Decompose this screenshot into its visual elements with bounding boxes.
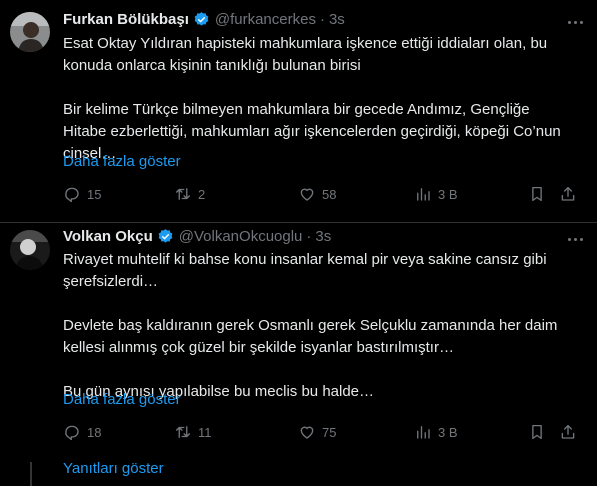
separator-dot: · [306, 228, 312, 245]
views-button[interactable]: 3 B [414, 423, 458, 441]
retweet-button[interactable]: 11 [174, 423, 212, 441]
views-count: 3 B [438, 424, 458, 440]
views-icon [417, 426, 430, 439]
verified-badge-icon [158, 229, 173, 243]
like-button[interactable]: 58 [298, 185, 336, 203]
tweet-paragraph: Rivayet muhtelif ki bahse konu insanlar … [63, 251, 547, 290]
more-icon[interactable] [565, 14, 585, 30]
tweet-text: Rivayet muhtelif ki bahse konu insanlar … [63, 249, 573, 403]
author-name[interactable]: Furkan Bölükbaşı [63, 11, 189, 28]
reply-icon [65, 425, 79, 441]
like-count: 75 [322, 424, 337, 440]
share-button[interactable] [559, 423, 577, 441]
bookmark-icon [532, 186, 542, 202]
more-icon[interactable] [565, 231, 585, 247]
show-replies-link[interactable]: Yanıtları göster [63, 460, 164, 477]
avatar[interactable] [10, 12, 50, 52]
avatar-image [10, 230, 50, 270]
views-count: 3 B [438, 186, 458, 202]
avatar[interactable] [10, 230, 50, 270]
views-button[interactable]: 3 B [414, 185, 458, 203]
tweet-header: Volkan Okçu @VolkanOkcuoglu · 3s [63, 228, 331, 245]
tweet-paragraph: Devlete baş kaldıranın gerek Osmanlı ger… [63, 317, 558, 356]
separator-dot: · [319, 11, 325, 28]
avatar-image [10, 12, 50, 52]
tweet-2[interactable]: Volkan Okçu @VolkanOkcuoglu · 3s Rivayet… [0, 223, 597, 458]
views-icon [417, 188, 430, 201]
reply-button[interactable]: 15 [63, 185, 101, 203]
show-more-link[interactable]: Daha fazla göster [63, 153, 181, 170]
author-name[interactable]: Volkan Okçu [63, 228, 153, 245]
like-button[interactable]: 75 [298, 423, 336, 441]
tweet-1[interactable]: Furkan Bölükbaşı @furkancerkes · 3s Esat… [0, 0, 597, 222]
reply-button[interactable]: 18 [63, 423, 101, 441]
reply-icon [65, 187, 79, 203]
tweet-text: Esat Oktay Yıldıran hapisteki mahkumlara… [63, 33, 573, 165]
share-icon [561, 424, 575, 439]
bookmark-button[interactable] [528, 185, 546, 203]
tweet-header: Furkan Bölükbaşı @furkancerkes · 3s [63, 11, 345, 28]
bookmark-button[interactable] [528, 423, 546, 441]
reply-count: 18 [87, 424, 102, 440]
show-more-link[interactable]: Daha fazla göster [63, 391, 181, 408]
reply-count: 15 [87, 186, 102, 202]
share-button[interactable] [559, 185, 577, 203]
like-count: 58 [322, 186, 337, 202]
verified-badge-icon [194, 12, 209, 26]
tweet-paragraph: Esat Oktay Yıldıran hapisteki mahkumlara… [63, 35, 548, 74]
retweet-icon [175, 188, 191, 200]
author-handle[interactable]: @furkancerkes [215, 11, 316, 28]
retweet-count: 11 [198, 424, 212, 440]
retweet-icon [175, 426, 191, 438]
tweet-actions: 18 11 75 3 B [63, 423, 583, 445]
timestamp[interactable]: 3s [329, 11, 345, 28]
author-handle[interactable]: @VolkanOkcuoglu [179, 228, 303, 245]
share-icon [561, 186, 575, 201]
timestamp[interactable]: 3s [315, 228, 331, 245]
thread-line [30, 462, 32, 486]
retweet-button[interactable]: 2 [174, 185, 205, 203]
retweet-count: 2 [198, 186, 206, 202]
like-icon [300, 188, 314, 201]
tweet-actions: 15 2 58 3 B [63, 185, 583, 207]
like-icon [300, 426, 314, 439]
bookmark-icon [532, 424, 542, 440]
